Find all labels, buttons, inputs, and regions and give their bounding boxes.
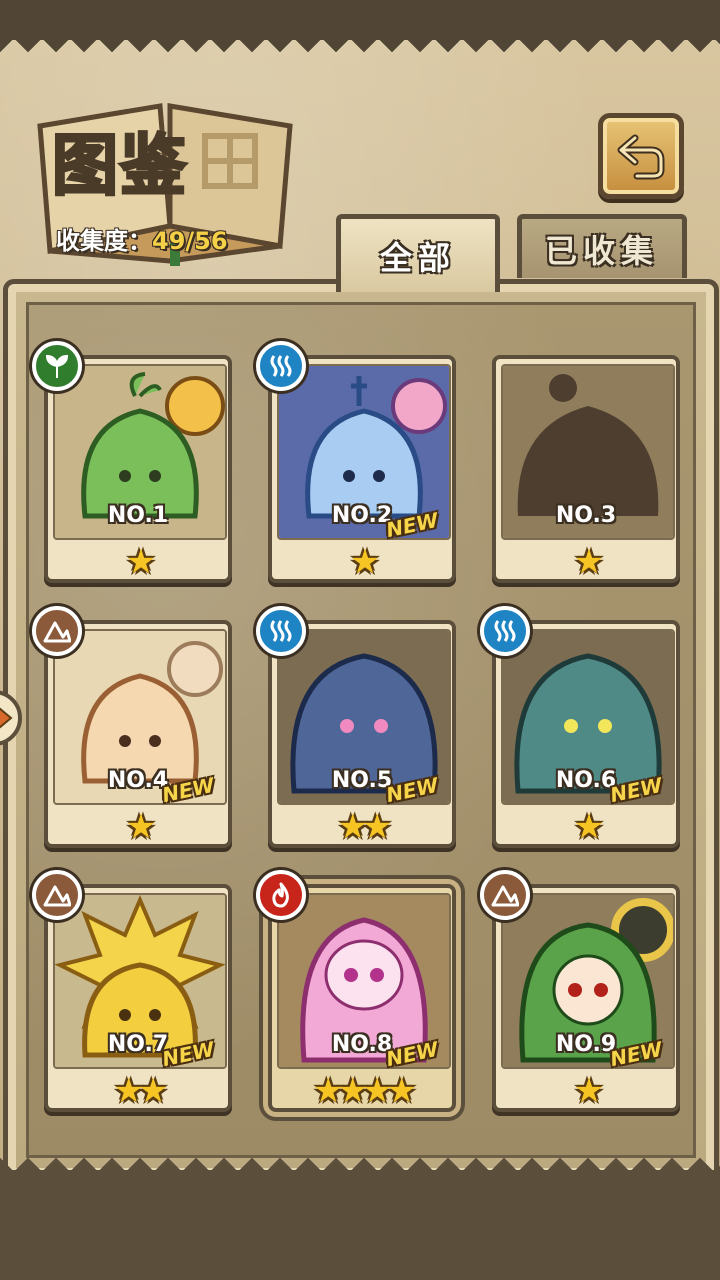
tab-collected[interactable]: 已收集 — [517, 214, 687, 278]
back-button[interactable] — [598, 113, 684, 199]
return-arrow-icon — [617, 134, 665, 180]
progress-value: 49/56 — [152, 227, 228, 255]
fire-element-icon — [256, 870, 306, 920]
collection-screen: 图鉴 收集度：49/56 全部 已收集 NO.1 ★ NO.2 NEW ★ NO… — [0, 0, 720, 1280]
star-rating: ★★ — [113, 1071, 169, 1111]
star-rating: ★ — [573, 542, 604, 582]
tab-all[interactable]: 全部 — [336, 214, 500, 292]
grass-element-icon — [32, 341, 82, 391]
page-title: 图鉴 — [51, 125, 188, 206]
bottom-border — [0, 1156, 720, 1280]
monster-card-3[interactable]: NO.3 ★ — [492, 355, 680, 585]
card-number: NO.1 — [107, 503, 169, 528]
monster-card-9[interactable]: NO.9 NEW ★ — [480, 870, 680, 1114]
monster-card-7[interactable]: NO.7 NEW ★★ — [32, 870, 232, 1114]
earth-element-icon — [32, 870, 82, 920]
chevron-right-icon — [0, 707, 13, 729]
star-rating: ★ — [125, 807, 156, 847]
earth-element-icon — [480, 870, 530, 920]
monster-card-1[interactable]: NO.1 ★ — [32, 341, 232, 585]
star-rating: ★★ — [337, 807, 393, 847]
progress-label: 收集度： — [56, 227, 152, 255]
water-element-icon — [256, 606, 306, 656]
monster-card-2[interactable]: NO.2 NEW ★ — [256, 341, 456, 585]
earth-element-icon — [32, 606, 82, 656]
star-rating: ★ — [573, 1071, 604, 1111]
star-rating: ★ — [349, 542, 380, 582]
monster-card-4[interactable]: NO.4 NEW ★ — [32, 606, 232, 850]
water-element-icon — [480, 606, 530, 656]
collection-progress: 收集度：49/56 — [56, 221, 228, 256]
top-border — [0, 0, 720, 54]
monster-card-5[interactable]: NO.5 NEW ★★ — [256, 606, 456, 850]
star-rating: ★ — [573, 807, 604, 847]
monster-card-6[interactable]: NO.6 NEW ★ — [480, 606, 680, 850]
star-rating: ★ — [125, 542, 156, 582]
monster-card-8[interactable]: NO.8 NEW ★★★★ — [256, 870, 456, 1114]
water-element-icon — [256, 341, 306, 391]
star-rating: ★★★★ — [313, 1071, 417, 1111]
card-number: NO.3 — [555, 503, 617, 528]
